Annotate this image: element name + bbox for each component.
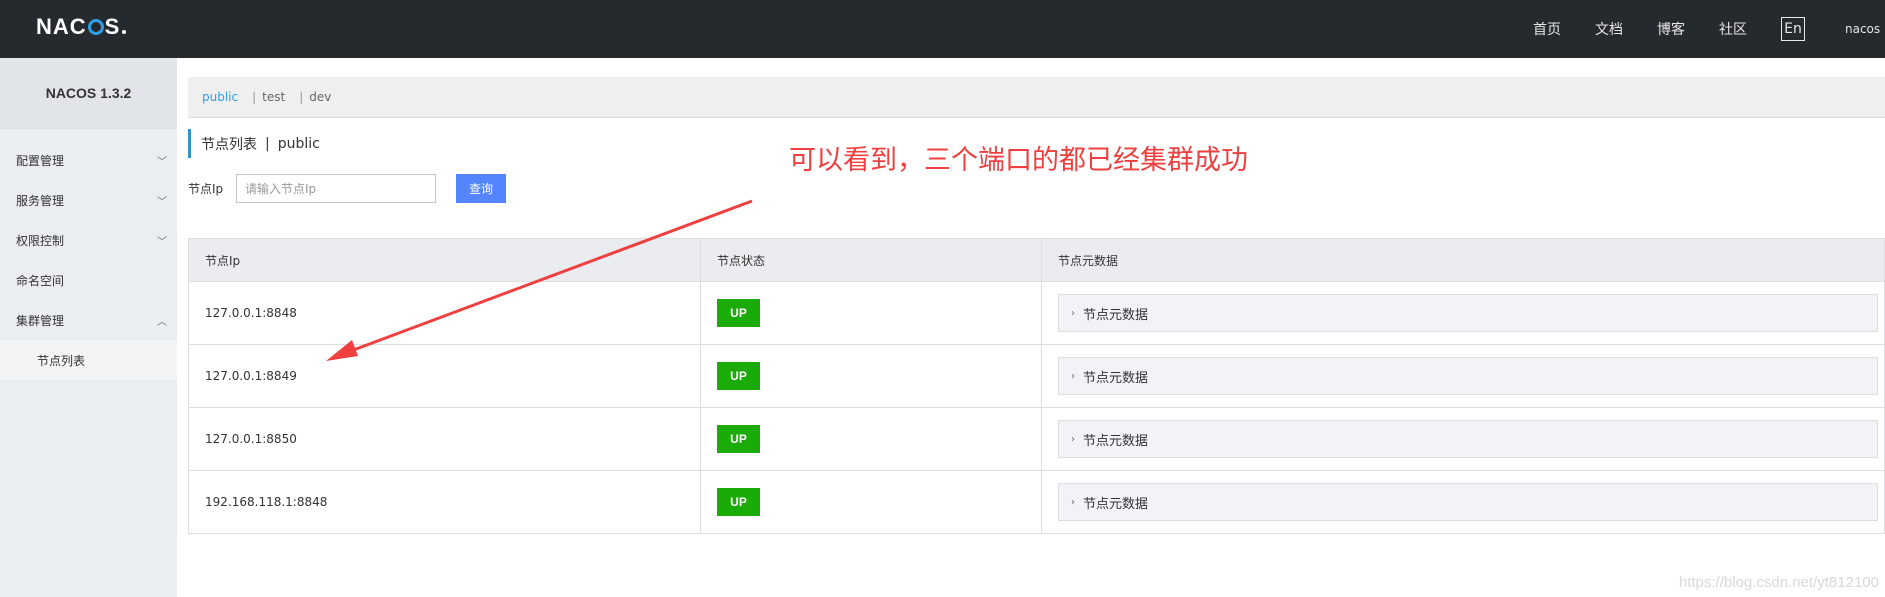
nav-docs[interactable]: 文档 — [1595, 19, 1623, 39]
node-metadata-cell: › 节点元数据 — [1042, 408, 1884, 470]
chevron-right-icon: › — [1071, 433, 1075, 445]
metadata-label: 节点元数据 — [1083, 433, 1149, 449]
chevron-right-icon: › — [1071, 307, 1075, 319]
sidebar-item-label: 配置管理 — [16, 153, 65, 168]
logo-text-left: NAC — [36, 14, 87, 39]
node-ip-cell: 127.0.0.1:8850 — [189, 408, 701, 470]
chevron-right-icon: › — [1071, 496, 1075, 508]
sidebar: NACOS 1.3.2 配置管理 ﹀ 服务管理 ﹀ 权限控制 ﹀ 命名空间 集群… — [0, 58, 177, 597]
page-title-divider: | — [265, 135, 270, 152]
sidebar-item-service[interactable]: 服务管理 ﹀ — [0, 180, 177, 220]
node-metadata-cell: › 节点元数据 — [1042, 471, 1884, 533]
sidebar-item-config[interactable]: 配置管理 ﹀ — [0, 140, 177, 180]
chevron-right-icon: › — [1071, 370, 1075, 382]
nacos-logo[interactable]: NAC S — [36, 14, 127, 40]
namespace-tab-test[interactable]: test — [262, 90, 285, 104]
sidebar-item-auth[interactable]: 权限控制 ﹀ — [0, 220, 177, 260]
nav-community[interactable]: 社区 — [1719, 19, 1747, 39]
annotation-text: 可以看到，三个端口的都已经集群成功 — [789, 145, 1248, 176]
search-form: 节点Ip 查询 — [188, 174, 1885, 203]
chevron-down-icon: ﹀ — [157, 156, 167, 168]
node-metadata-cell: › 节点元数据 — [1042, 345, 1884, 407]
node-status-cell: UP — [701, 408, 1042, 470]
table-row: 127.0.0.1:8850 UP › 节点元数据 — [189, 408, 1884, 471]
table-row: 127.0.0.1:8849 UP › 节点元数据 — [189, 345, 1884, 408]
status-badge: UP — [717, 425, 760, 453]
column-header-ip: 节点Ip — [189, 239, 701, 281]
sidebar-item-label: 服务管理 — [16, 193, 65, 208]
logo-ring-icon — [87, 19, 104, 35]
nav-home[interactable]: 首页 — [1533, 19, 1561, 39]
table-row: 127.0.0.1:8848 UP › 节点元数据 — [189, 282, 1884, 345]
top-nav: 首页 文档 博客 社区 En nacos — [1533, 0, 1885, 58]
node-status-cell: UP — [701, 471, 1042, 533]
node-status-cell: UP — [701, 345, 1042, 407]
status-badge: UP — [717, 299, 760, 327]
node-status-cell: UP — [701, 282, 1042, 344]
user-name[interactable]: nacos — [1845, 22, 1885, 36]
node-table: 节点Ip 节点状态 节点元数据 127.0.0.1:8848 UP › 节点元数… — [188, 238, 1885, 534]
metadata-collapse[interactable]: › 节点元数据 — [1058, 420, 1878, 458]
query-button[interactable]: 查询 — [456, 174, 506, 203]
chevron-down-icon: ﹀ — [157, 196, 167, 208]
namespace-tab-dev[interactable]: dev — [309, 90, 331, 104]
chevron-down-icon: ﹀ — [157, 236, 167, 248]
sidebar-item-cluster[interactable]: 集群管理 ︿ — [0, 300, 177, 340]
sidebar-item-label: 集群管理 — [16, 313, 65, 328]
language-toggle-button[interactable]: En — [1781, 17, 1805, 41]
namespace-tab-public[interactable]: public — [202, 90, 238, 104]
top-navbar: NAC S 首页 文档 博客 社区 En nacos — [0, 0, 1885, 58]
node-ip-cell: 127.0.0.1:8849 — [189, 345, 701, 407]
node-ip-cell: 192.168.118.1:8848 — [189, 471, 701, 533]
column-header-metadata: 节点元数据 — [1058, 253, 1119, 268]
chevron-up-icon: ︿ — [157, 316, 167, 328]
metadata-collapse[interactable]: › 节点元数据 — [1058, 357, 1878, 395]
node-ip-search-input[interactable] — [236, 174, 436, 203]
namespace-separator: | — [252, 90, 257, 104]
sidebar-brand: NACOS 1.3.2 — [0, 58, 177, 129]
sidebar-subitem-node-list[interactable]: 节点列表 — [0, 340, 177, 380]
sidebar-item-namespace[interactable]: 命名空间 — [0, 260, 177, 300]
table-header: 节点Ip 节点状态 节点元数据 — [189, 239, 1884, 282]
search-label: 节点Ip — [188, 182, 224, 196]
node-ip-cell: 127.0.0.1:8848 — [189, 282, 701, 344]
metadata-collapse[interactable]: › 节点元数据 — [1058, 294, 1878, 332]
nav-blog[interactable]: 博客 — [1657, 19, 1685, 39]
logo-text-right: S — [104, 14, 121, 39]
sidebar-item-label: 命名空间 — [16, 273, 65, 288]
page-title-namespace: public — [277, 135, 320, 152]
namespace-bar: public | test | dev — [188, 77, 1885, 118]
watermark: https://blog.csdn.net/yt812100 — [1678, 574, 1879, 591]
sidebar-item-label: 权限控制 — [16, 233, 65, 248]
logo-dot-icon — [122, 30, 127, 34]
column-header-status: 节点状态 — [701, 239, 1042, 281]
metadata-label: 节点元数据 — [1083, 496, 1149, 512]
status-badge: UP — [717, 488, 760, 516]
metadata-label: 节点元数据 — [1083, 307, 1149, 323]
metadata-collapse[interactable]: › 节点元数据 — [1058, 483, 1878, 521]
page-title-text: 节点列表 — [201, 136, 257, 153]
node-metadata-cell: › 节点元数据 — [1042, 282, 1884, 344]
status-badge: UP — [717, 362, 760, 390]
table-row: 192.168.118.1:8848 UP › 节点元数据 — [189, 471, 1884, 534]
metadata-label: 节点元数据 — [1083, 370, 1149, 386]
namespace-separator: | — [299, 90, 304, 104]
